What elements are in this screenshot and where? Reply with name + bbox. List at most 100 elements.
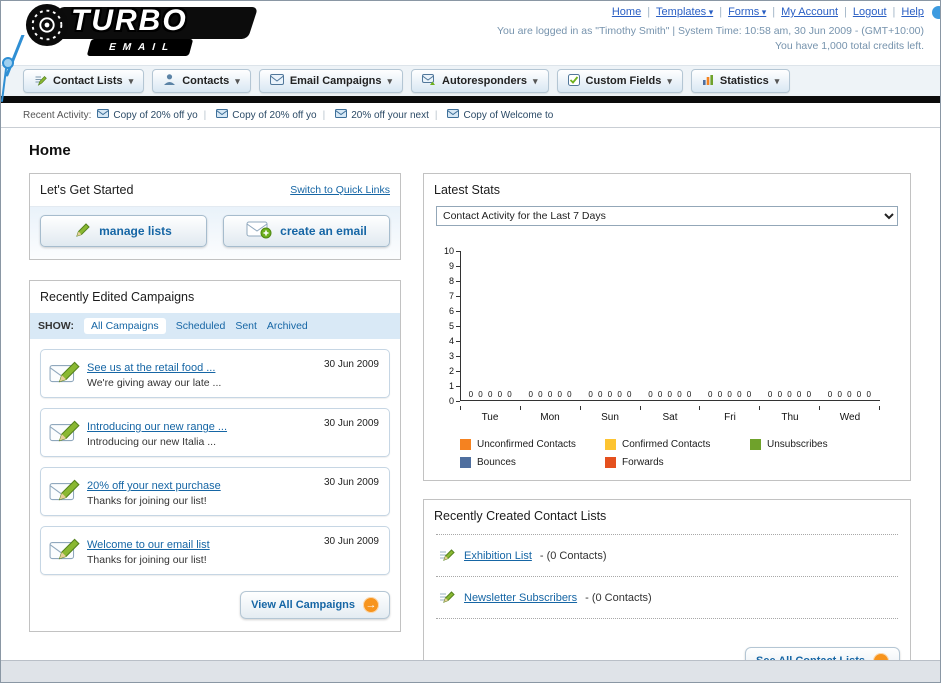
bar-value-labels: 0 0 0 0 0 (827, 390, 873, 399)
recent-activity-item[interactable]: Copy of 20% off yo (97, 109, 198, 121)
x-tick-label: Mon (540, 412, 560, 423)
chart-bar-group: 0 0 0 0 0 (641, 251, 701, 400)
recent-activity-link[interactable]: Copy of 20% off yo (232, 110, 316, 121)
nav-tab-email-campaigns[interactable]: Email Campaigns (258, 69, 404, 93)
campaign-row[interactable]: Welcome to our email list Thanks for joi… (40, 526, 390, 575)
top-link-templates-label[interactable]: Templates (656, 6, 713, 18)
top-links: Home Templates Forms My Account Logout Help (612, 6, 924, 18)
contact-list-count: - (0 Contacts) (539, 549, 607, 562)
top-link-home[interactable]: Home (612, 6, 641, 18)
legend-item: Confirmed Contacts (605, 439, 750, 450)
top-link-my-account-label[interactable]: My Account (781, 6, 838, 18)
left-column: Let's Get Started Switch to Quick Links … (29, 173, 401, 682)
campaign-title-link[interactable]: Introducing our new range ... (87, 421, 227, 433)
top-link-home-label[interactable]: Home (612, 6, 641, 18)
y-tick-label: 6 (449, 306, 460, 316)
campaign-row[interactable]: 20% off your next purchase Thanks for jo… (40, 467, 390, 516)
right-column: Latest Stats Contact Activity for the La… (423, 173, 911, 682)
chart-legend: Unconfirmed Contacts Confirmed Contacts Un… (460, 439, 900, 468)
stats-activity-select[interactable]: Contact Activity for the Last 7 Days (436, 206, 898, 226)
campaign-title-link[interactable]: 20% off your next purchase (87, 480, 221, 492)
legend-swatch (460, 439, 471, 450)
campaign-row[interactable]: See us at the retail food ... We're givi… (40, 349, 390, 398)
filter-scheduled[interactable]: Scheduled (176, 320, 226, 332)
top-link-logout-label[interactable]: Logout (853, 6, 887, 18)
top-link-help-label[interactable]: Help (901, 6, 924, 18)
nav-tab-label: Contacts (182, 75, 230, 87)
switch-to-quick-links[interactable]: Switch to Quick Links (290, 184, 390, 196)
chart-bar-group: 0 0 0 0 0 (820, 251, 880, 400)
legend-item: Unconfirmed Contacts (460, 439, 605, 450)
chart-x-labels: Tue Mon Sun Sat Fri Thu Wed (460, 410, 880, 423)
legend-item: Bounces (460, 457, 605, 468)
campaign-date: 30 Jun 2009 (323, 477, 379, 488)
footer-bar (1, 660, 940, 682)
nav-tab-contact-lists[interactable]: Contact Lists (23, 69, 145, 93)
nav-tab-statistics[interactable]: Statistics (690, 69, 791, 93)
recent-activity-link[interactable]: Copy of Welcome to (463, 110, 553, 121)
recent-activity-item[interactable]: Copy of Welcome to (435, 109, 553, 121)
campaign-envelope-pencil-icon (49, 537, 81, 568)
campaign-date: 30 Jun 2009 (323, 359, 379, 370)
filter-sent[interactable]: Sent (235, 320, 257, 332)
main-content: Home Let's Get Started Switch to Quick L… (1, 128, 940, 682)
filter-all-campaigns[interactable]: All Campaigns (83, 318, 166, 334)
custom-fields-icon (567, 73, 580, 89)
envelope-icon (335, 109, 348, 121)
create-an-email-button[interactable]: create an email (223, 215, 390, 247)
recently-edited-campaigns-panel: Recently Edited Campaigns SHOW: All Camp… (29, 280, 401, 632)
legend-label: Unconfirmed Contacts (477, 439, 576, 450)
dotted-divider (436, 618, 898, 619)
campaign-envelope-pencil-icon (49, 478, 81, 509)
x-tick-label: Fri (724, 412, 736, 423)
legend-item: Unsubscribes (750, 439, 895, 450)
recent-activity-link[interactable]: Copy of 20% off yo (113, 110, 197, 121)
recent-activity-link[interactable]: 20% off your next (351, 110, 429, 121)
campaign-title-link[interactable]: See us at the retail food ... (87, 362, 215, 374)
nav-tab-custom-fields[interactable]: Custom Fields (556, 69, 683, 93)
contact-list-name-link[interactable]: Newsletter Subscribers (464, 592, 577, 604)
top-link-forms-label[interactable]: Forms (728, 6, 766, 18)
page-title: Home (29, 142, 71, 159)
list-pencil-icon (438, 546, 456, 565)
dotted-divider (436, 534, 898, 535)
nav-tab-autoresponders[interactable]: Autoresponders (411, 69, 549, 93)
recent-activity-label: Recent Activity: (23, 109, 92, 121)
top-link-templates[interactable]: Templates (641, 6, 713, 18)
contact-list-row[interactable]: Exhibition List - (0 Contacts) (436, 537, 898, 574)
campaign-envelope-pencil-icon (49, 360, 81, 391)
campaign-title-link[interactable]: Welcome to our email list (87, 539, 210, 551)
latest-stats-title: Latest Stats (434, 183, 501, 197)
campaign-row[interactable]: Introducing our new range ... Introducin… (40, 408, 390, 457)
x-tick-label: Tue (481, 412, 499, 423)
manage-lists-button[interactable]: manage lists (40, 215, 207, 247)
nav-tab-label: Autoresponders (442, 75, 528, 87)
recent-activity-item[interactable]: Copy of 20% off yo (204, 109, 317, 121)
contact-list-row[interactable]: Newsletter Subscribers - (0 Contacts) (436, 579, 898, 616)
speedometer-icon (25, 3, 69, 52)
create-an-email-label: create an email (280, 224, 367, 238)
manage-lists-label: manage lists (99, 224, 172, 238)
chart-bar-group: 0 0 0 0 0 (521, 251, 581, 400)
top-link-forms[interactable]: Forms (713, 6, 766, 18)
nav-tab-label: Contact Lists (53, 75, 123, 87)
contact-lists-icon (34, 73, 47, 89)
recent-activity-item[interactable]: 20% off your next (323, 109, 429, 121)
view-all-campaigns-button[interactable]: View All Campaigns (240, 591, 390, 619)
top-link-logout[interactable]: Logout (838, 6, 887, 18)
chart-bar-group: 0 0 0 0 0 (760, 251, 820, 400)
y-tick-label: 9 (449, 261, 460, 271)
filter-archived[interactable]: Archived (267, 320, 308, 332)
envelope-plus-icon (246, 221, 272, 242)
chevron-down-icon (667, 75, 672, 87)
top-link-help[interactable]: Help (887, 6, 924, 18)
chart-bar-group: 0 0 0 0 0 (581, 251, 641, 400)
envelope-icon (216, 109, 229, 121)
email-campaigns-icon (269, 74, 284, 88)
nav-tab-contacts[interactable]: Contacts (152, 69, 251, 93)
contact-list-name-link[interactable]: Exhibition List (464, 550, 532, 562)
bar-value-labels: 0 0 0 0 0 (767, 390, 813, 399)
legend-swatch (460, 457, 471, 468)
top-link-my-account[interactable]: My Account (766, 6, 838, 18)
show-label: SHOW: (38, 320, 74, 332)
